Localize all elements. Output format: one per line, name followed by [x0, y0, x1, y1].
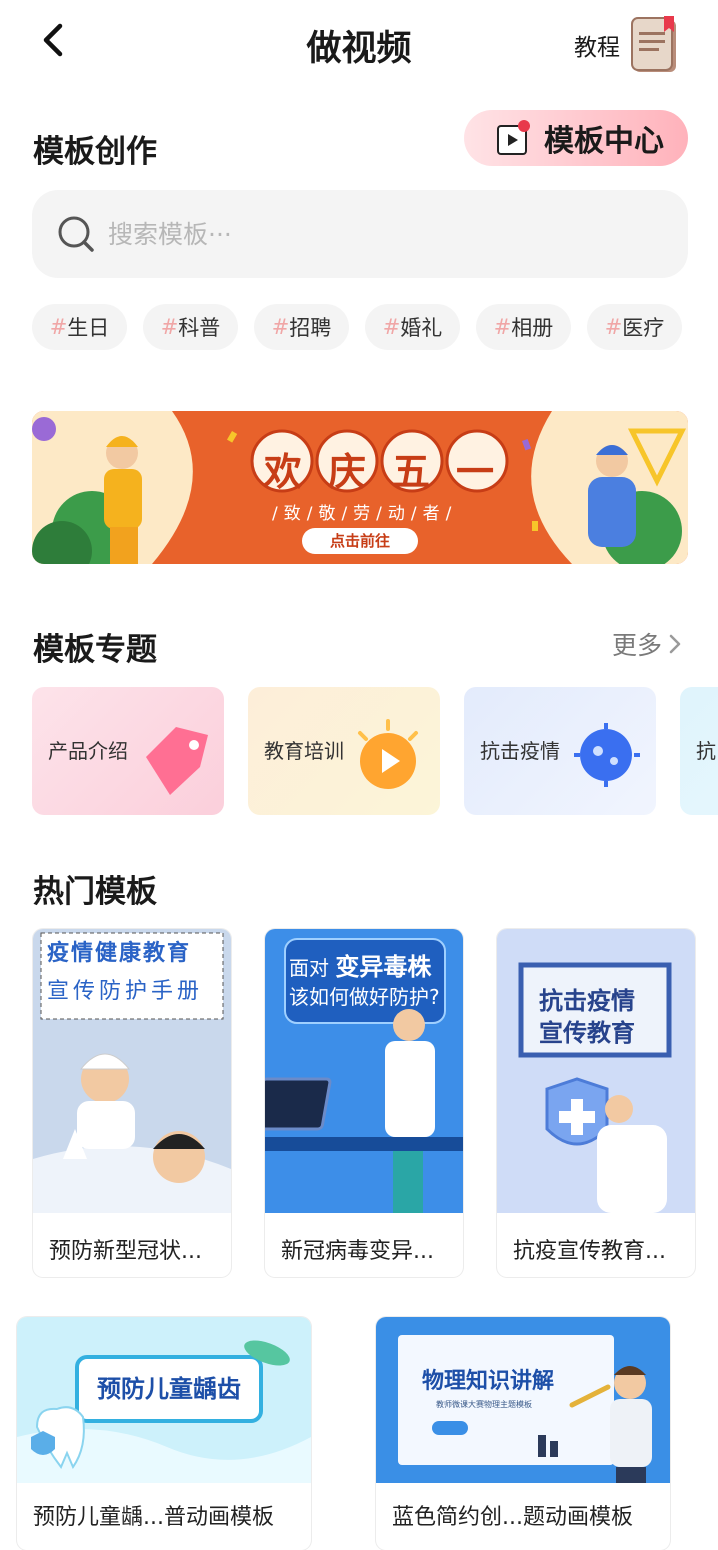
tag-medical[interactable]: # 医疗 [587, 304, 682, 350]
banner-title: 欢庆五一 [252, 441, 522, 496]
thumb-subtitle: 教师微课大赛物理主题模板 [436, 1400, 532, 1409]
topic-card-partial[interactable]: 抗 [680, 687, 718, 815]
thumb-title: 物理知识讲解 [422, 1369, 555, 1394]
thumb-title-line2: 该如何做好防护? [289, 985, 440, 1009]
topic-card-education[interactable]: 教育培训 [248, 687, 440, 815]
thumb-title-line1: 抗击疫情 [539, 987, 635, 1015]
template-card[interactable]: 疫情健康教育 宣传防护手册 预防新型冠状... [33, 929, 231, 1277]
template-thumbnail [33, 929, 231, 1213]
sun-play-icon [358, 719, 418, 789]
topic-carousel: 产品介绍 教育培训 抗击疫情 抗 [32, 687, 718, 815]
thumb-title-line1: 疫情健康教育 [47, 941, 192, 966]
template-card[interactable]: 预防儿童龋齿 预防儿童龋...普动画模板 [17, 1317, 311, 1550]
template-center-label: 模板中心 [544, 124, 664, 159]
template-creation-title: 模板创作 [33, 134, 157, 170]
tag-list: # 生日 # 科普 # 招聘 # 婚礼 # 相册 # 医疗 [32, 304, 698, 350]
template-caption: 预防儿童龋...普动画模板 [33, 1505, 274, 1530]
virus-icon [574, 723, 640, 787]
template-card[interactable]: 物理知识讲解 教师微课大赛物理主题模板 蓝色简约创...题动画模板 [376, 1317, 670, 1550]
search-icon [58, 216, 94, 252]
template-card[interactable]: 抗击疫情 宣传教育 抗疫宣传教育... [497, 929, 695, 1277]
top-bar: 做视频 教程 [0, 0, 718, 90]
search-input[interactable] [108, 219, 608, 249]
price-tag-icon [146, 727, 208, 795]
tag-science[interactable]: # 科普 [143, 304, 238, 350]
template-caption: 新冠病毒变异... [281, 1239, 434, 1264]
topic-label: 抗击疫情 [480, 739, 560, 763]
more-link[interactable]: 更多 [612, 626, 684, 662]
tutorial-button[interactable]: 教程 [574, 14, 684, 76]
chevron-right-icon [669, 634, 681, 654]
tag-wedding[interactable]: # 婚礼 [365, 304, 460, 350]
banner-title-text: 欢庆五一 [264, 450, 521, 494]
topic-label: 产品介绍 [48, 739, 128, 763]
template-topics-title: 模板专题 [33, 632, 157, 668]
search-bar[interactable] [32, 190, 688, 278]
thumb-title: 预防儿童龋齿 [97, 1375, 241, 1403]
topic-label: 教育培训 [264, 739, 344, 763]
banner-subtitle: /致/敬/劳/动/者/ [272, 504, 458, 524]
tag-album[interactable]: # 相册 [476, 304, 571, 350]
template-thumbnail [497, 929, 695, 1213]
clapper-icon [497, 120, 530, 155]
thumb-title-emphasis: 变异毒株 [335, 953, 432, 981]
topic-card-product[interactable]: 产品介绍 [32, 687, 224, 815]
template-caption: 蓝色简约创...题动画模板 [392, 1505, 633, 1530]
template-caption: 抗疫宣传教育... [513, 1239, 666, 1264]
tag-recruit[interactable]: # 招聘 [254, 304, 349, 350]
tag-birthday[interactable]: # 生日 [32, 304, 127, 350]
thumb-title-line2: 宣传防护手册 [47, 979, 204, 1004]
book-icon [631, 16, 676, 72]
topic-card-epidemic[interactable]: 抗击疫情 [464, 687, 656, 815]
template-card[interactable]: 面对 变异毒株 该如何做好防护? 新冠病毒变异... [265, 929, 463, 1277]
template-caption: 预防新型冠状... [49, 1239, 202, 1264]
promo-banner[interactable]: 欢庆五一 /致/敬/劳/动/者/ 点击前往 [32, 411, 688, 564]
thumb-title-line1: 面对 变异毒株 [289, 947, 431, 982]
hot-templates-title: 热门模板 [33, 874, 157, 910]
more-label: 更多 [611, 631, 662, 660]
topic-label: 抗 [696, 739, 716, 763]
tutorial-label: 教程 [574, 35, 620, 61]
thumb-title-line2: 宣传教育 [539, 1019, 635, 1047]
banner-button-label: 点击前往 [329, 532, 390, 550]
thumb-title-face: 面对 [289, 956, 329, 980]
template-center-button[interactable]: 模板中心 [464, 110, 688, 166]
